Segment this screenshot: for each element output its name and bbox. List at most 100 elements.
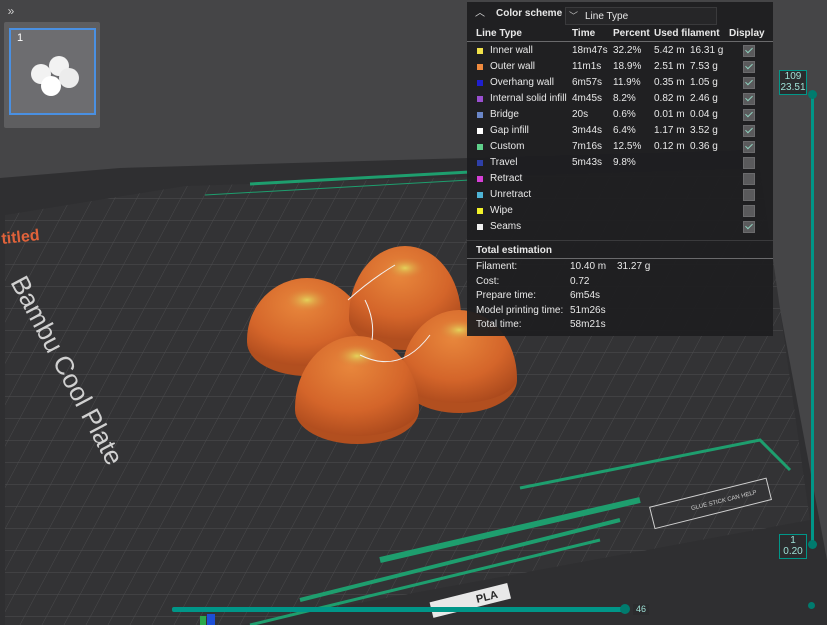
estimation-label: Cost: — [476, 275, 500, 287]
display-checkbox[interactable] — [743, 189, 755, 201]
line-type-percent: 32.2% — [613, 45, 642, 56]
line-type-name: Internal solid infill — [490, 93, 567, 104]
line-type-row: Custom 7m16s 12.5% 0.12 m 0.36 g — [467, 139, 773, 155]
color-scheme-title: Color scheme — [496, 8, 563, 19]
color-scheme-select[interactable]: ﹀ Line Type — [565, 7, 717, 25]
line-type-length: 0.82 m — [654, 93, 685, 104]
estimation-value: 10.40 m — [570, 261, 607, 272]
line-type-time: 11m1s — [572, 61, 602, 72]
display-checkbox[interactable] — [743, 141, 755, 153]
estimation-value: 58m21s — [570, 319, 606, 330]
display-checkbox[interactable] — [743, 77, 755, 89]
line-type-length: 2.51 m — [654, 61, 685, 72]
line-type-length: 5.42 m — [654, 45, 685, 56]
estimation-label: Prepare time: — [476, 290, 537, 301]
estimation-value: 0.72 — [570, 275, 590, 287]
line-type-row: Outer wall 11m1s 18.9% 2.51 m 7.53 g — [467, 59, 773, 75]
line-type-row: Bridge 20s 0.6% 0.01 m 0.04 g — [467, 107, 773, 123]
line-type-name: Gap infill — [490, 125, 529, 136]
line-type-length: 0.35 m — [654, 77, 685, 88]
line-type-length: 0.01 m — [654, 109, 685, 120]
layer-bottom-label: 1 0.20 — [779, 534, 807, 559]
header-display: Display — [729, 28, 765, 39]
line-type-name: Inner wall — [490, 45, 533, 56]
layer-slider-top-handle[interactable] — [808, 90, 817, 99]
chevron-down-icon: ﹀ — [569, 11, 579, 21]
collapse-panel-icon[interactable]: » — [2, 2, 20, 20]
display-checkbox[interactable] — [743, 61, 755, 73]
line-type-name: Custom — [490, 141, 525, 152]
line-type-weight: 7.53 g — [690, 61, 718, 72]
line-type-time: 7m16s — [572, 141, 603, 152]
line-type-time: 18m47s — [572, 45, 608, 56]
bottom-layer-height: 0.20 — [783, 546, 803, 557]
color-swatch — [477, 80, 483, 86]
total-estimation-title: Total estimation — [476, 245, 552, 256]
line-type-weight: 3.52 g — [690, 125, 718, 136]
display-checkbox[interactable] — [743, 125, 755, 137]
display-checkbox[interactable] — [743, 173, 755, 185]
estimation-label: Model printing time: — [476, 304, 564, 316]
display-checkbox[interactable] — [743, 157, 755, 169]
divider — [467, 41, 773, 42]
line-type-weight: 16.31 g — [690, 45, 724, 56]
move-slider-track[interactable] — [172, 607, 624, 612]
line-type-percent: 0.6% — [613, 109, 636, 120]
line-type-row: Seams — [467, 219, 773, 235]
line-type-row: Internal solid infill 4m45s 8.2% 0.82 m 2.46… — [467, 91, 773, 107]
color-swatch — [477, 224, 483, 230]
color-swatch — [477, 96, 483, 102]
display-checkbox[interactable] — [743, 93, 755, 105]
display-checkbox[interactable] — [743, 109, 755, 121]
line-type-time: 5m43s — [572, 157, 603, 168]
line-type-weight: 2.46 g — [690, 93, 718, 104]
line-type-percent: 8.2% — [613, 93, 636, 104]
color-scheme-value: Line Type — [585, 11, 629, 22]
color-swatch — [477, 208, 483, 214]
display-checkbox[interactable] — [743, 45, 755, 57]
line-type-length: 0.12 m — [654, 141, 685, 152]
line-type-time: 3m44s — [572, 125, 603, 136]
line-type-name: Overhang wall — [490, 77, 554, 88]
estimation-label: Filament: — [476, 261, 518, 272]
display-checkbox[interactable] — [743, 205, 755, 217]
layer-slider-bottom-handle[interactable] — [808, 540, 817, 549]
plate-thumbnail[interactable]: 1 — [9, 28, 96, 115]
line-type-name: Seams — [490, 221, 522, 232]
line-type-name: Retract — [490, 173, 523, 184]
header-percent: Percent — [613, 28, 650, 39]
chevron-up-icon[interactable]: ︿ — [475, 8, 487, 20]
header-line-type: Line Type — [476, 28, 522, 39]
layer-slider-end-icon[interactable] — [808, 602, 815, 609]
layer-slider-track[interactable] — [811, 92, 814, 542]
estimation-value: 51m26s — [570, 304, 606, 316]
estimation-label: Total time: — [476, 319, 522, 330]
line-type-percent: 12.5% — [613, 141, 642, 152]
line-type-row: Travel 5m43s 9.8% — [467, 155, 773, 171]
line-type-time: 4m45s — [572, 93, 603, 104]
line-type-row: Gap infill 3m44s 6.4% 1.17 m 3.52 g — [467, 123, 773, 139]
divider — [467, 240, 773, 241]
estimation-value-secondary: 31.27 g — [617, 261, 651, 272]
line-type-time: 6m57s — [572, 77, 603, 88]
display-checkbox[interactable] — [743, 221, 755, 233]
line-type-name: Bridge — [490, 109, 519, 120]
header-time: Time — [572, 28, 596, 39]
move-slider-value: 46 — [633, 604, 649, 615]
move-slider-handle[interactable] — [620, 604, 630, 614]
line-type-name: Outer wall — [490, 61, 536, 72]
color-swatch — [477, 176, 483, 182]
plate-list-panel: 1 — [4, 22, 100, 128]
line-type-row: Inner wall 18m47s 32.2% 5.42 m 16.31 g — [467, 43, 773, 59]
line-type-percent: 18.9% — [613, 61, 642, 72]
header-used-filament: Used filament — [654, 28, 720, 39]
line-type-row: Wipe — [467, 203, 773, 219]
line-type-row: Unretract — [467, 187, 773, 203]
line-type-length: 1.17 m — [654, 125, 685, 136]
color-swatch — [477, 48, 483, 54]
color-scheme-panel: ︿ Color scheme ﹀ Line Type Line Type Tim… — [467, 2, 773, 336]
estimation-value: 6m54s — [570, 290, 601, 301]
line-type-name: Travel — [490, 157, 518, 168]
line-type-time: 20s — [572, 109, 589, 120]
color-swatch — [477, 64, 483, 70]
